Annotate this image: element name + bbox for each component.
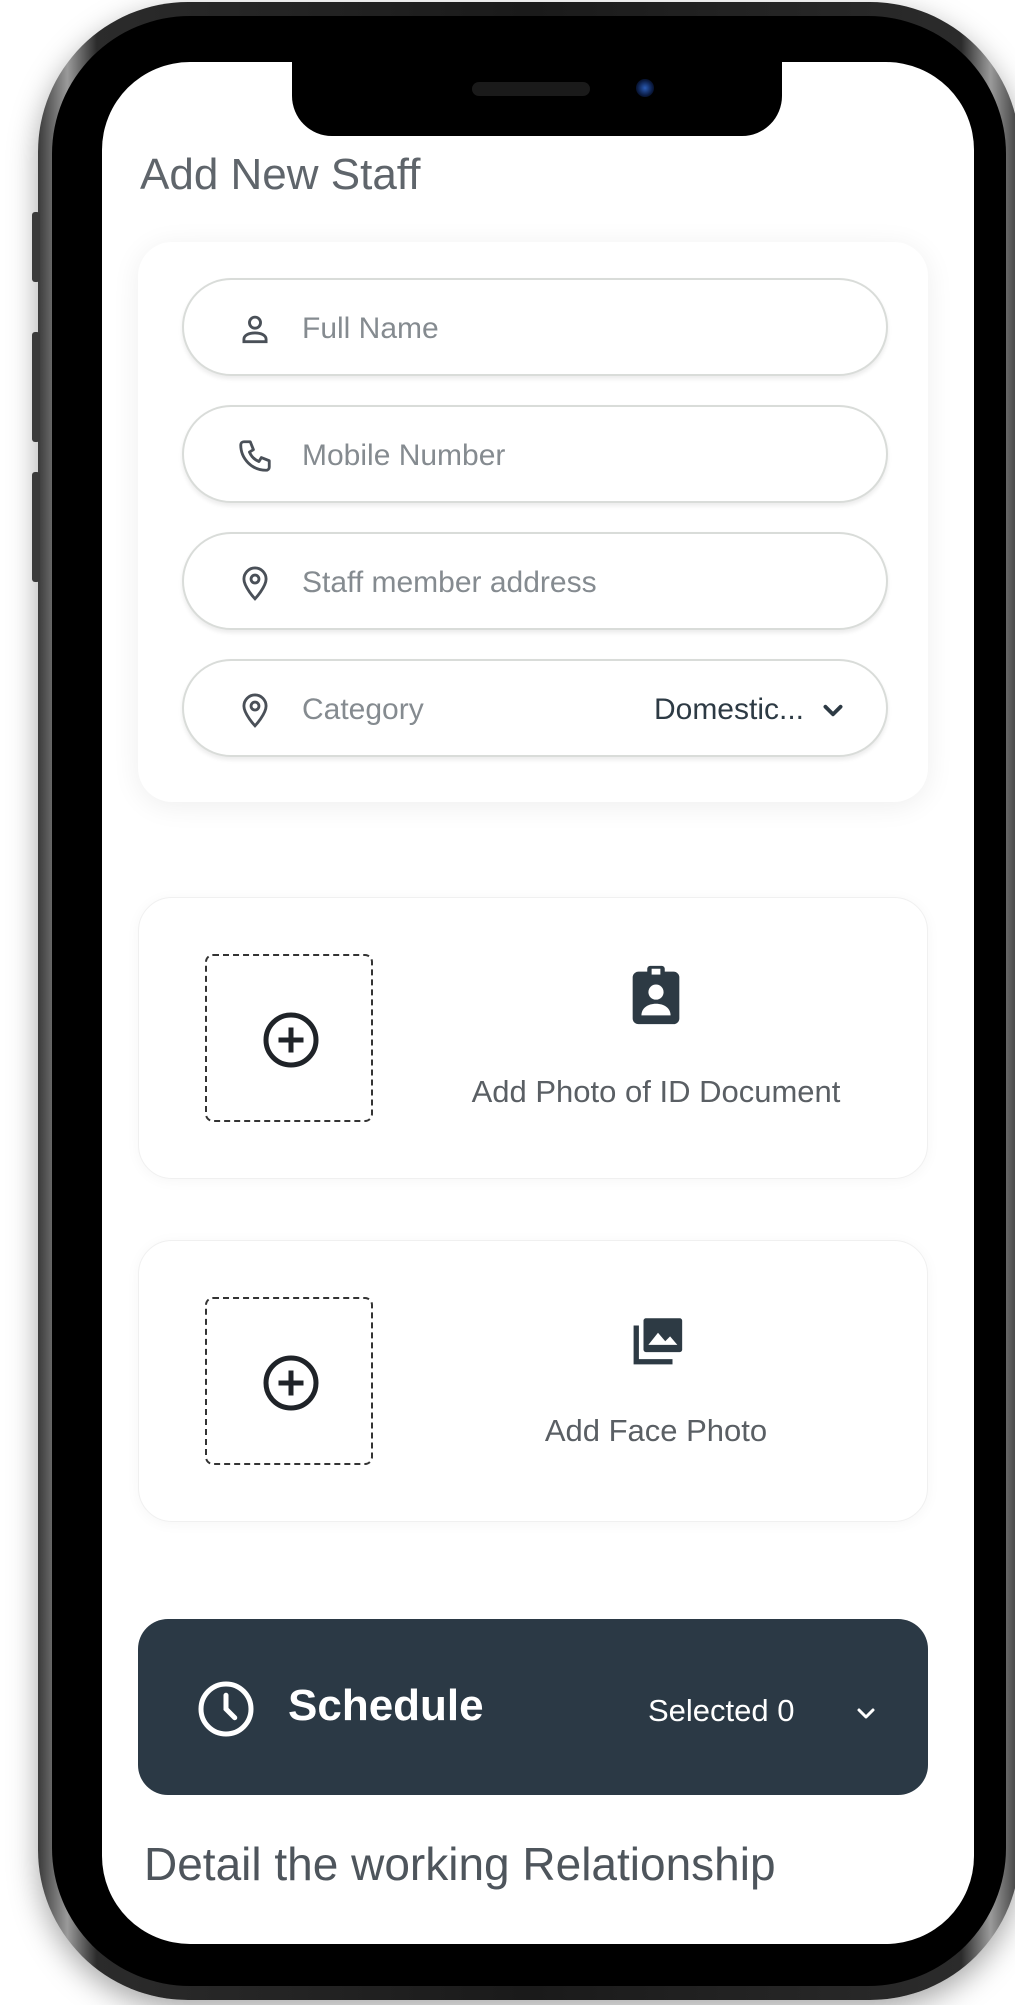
chevron-down-icon[interactable] (820, 697, 846, 723)
face-photo-add-button[interactable] (205, 1297, 373, 1465)
section-title: Detail the working Relationship (144, 1838, 776, 1890)
face-photo-upload-card: Add Face Photo (138, 1240, 928, 1522)
schedule-selected-count: Selected 0 (648, 1693, 795, 1728)
phone-notch (292, 62, 782, 136)
photo-library-icon (629, 1311, 687, 1369)
camera-icon (636, 79, 654, 97)
page-title: Add New Staff (140, 150, 421, 199)
address-placeholder: Staff member address (302, 566, 597, 599)
face-photo-label: Add Face Photo (544, 1413, 768, 1448)
chevron-down-icon[interactable] (854, 1701, 878, 1725)
id-document-upload-card: Add Photo of ID Document (138, 897, 928, 1179)
full-name-field[interactable]: Full Name (182, 278, 888, 376)
mobile-number-field[interactable]: Mobile Number (182, 405, 888, 503)
phone-volume-down (32, 472, 40, 582)
clock-icon (196, 1679, 256, 1739)
schedule-dropdown[interactable]: Schedule Selected 0 (138, 1619, 928, 1795)
mobile-number-placeholder: Mobile Number (302, 439, 506, 472)
location-pin-icon (236, 691, 274, 729)
user-icon (236, 310, 274, 348)
category-select[interactable]: Category Domestic... (182, 659, 888, 757)
add-circle-icon (263, 1355, 319, 1411)
category-label: Category (302, 693, 424, 726)
category-value: Domestic... (653, 693, 804, 726)
location-pin-icon (236, 564, 274, 602)
address-field[interactable]: Staff member address (182, 532, 888, 630)
add-circle-icon (263, 1012, 319, 1068)
schedule-title: Schedule (288, 1681, 484, 1730)
staff-form-card: Full Name Mobile Number Staff member add… (138, 242, 928, 802)
full-name-placeholder: Full Name (302, 312, 439, 345)
id-document-add-button[interactable] (205, 954, 373, 1122)
phone-mute-switch (32, 212, 40, 282)
id-document-label: Add Photo of ID Document (471, 1074, 841, 1109)
phone-volume-up (32, 332, 40, 442)
id-badge-icon (621, 960, 691, 1030)
speaker-icon (472, 82, 590, 96)
phone-icon (236, 437, 274, 475)
app-screen: Add New Staff Full Name Mobile Number St… (102, 62, 974, 1944)
